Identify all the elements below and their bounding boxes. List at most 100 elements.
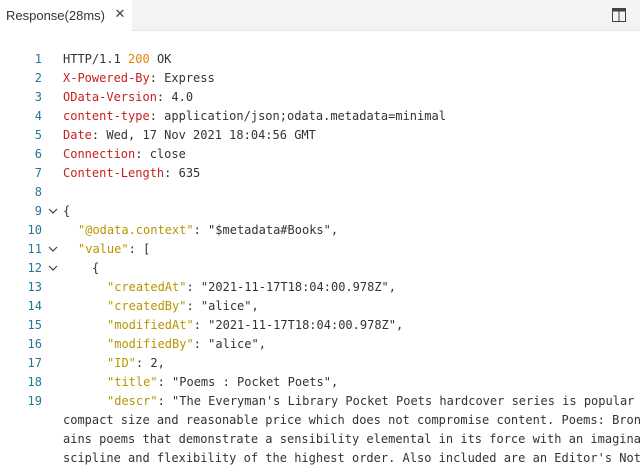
json-object-open: { [92,261,100,275]
response-editor[interactable]: 1 HTTP/1.1 200 OK 2 X-Powered-By: Expres… [0,50,640,465]
json-key: "title" [107,375,158,389]
json-property: "modifiedAt": "2021-11-17T18:04:00.978Z"… [107,316,403,335]
json-value: : 2, [135,356,165,370]
line-number: 1 [34,52,42,66]
header-value: : 4.0 [156,90,194,104]
json-value-continuation: compact size and reasonable price which … [63,413,640,427]
json-key: "value" [78,242,129,256]
json-open-brace: { [63,204,71,218]
code-line: 1 HTTP/1.1 200 OK [0,50,640,69]
json-key: "modifiedBy" [107,337,194,351]
code-line: 14 "createdBy": "alice", [0,297,640,316]
line-number: 10 [27,223,42,237]
chevron-down-icon[interactable] [46,240,60,259]
line-number: 17 [27,356,42,370]
code-line: 9 { [0,202,640,221]
json-property: "title": "Poems : Pocket Poets", [107,373,338,392]
header-value: : Express [149,71,215,85]
json-property: "value": [ [78,240,150,259]
code-line: 15 "modifiedAt": "2021-11-17T18:04:00.97… [0,316,640,335]
wrapped-line: compact size and reasonable price which … [0,411,640,430]
json-key: "@odata.context" [78,223,194,237]
json-value: : "The Everyman's Library Pocket Poets h… [157,394,640,408]
json-key: "createdBy" [107,299,187,313]
header-key: X-Powered-By [63,71,150,85]
code-line: 5 Date: Wed, 17 Nov 2021 18:04:56 GMT [0,126,640,145]
json-property: "modifiedBy": "alice", [107,335,266,354]
code-line: 8 [0,183,640,202]
json-property: "createdBy": "alice", [107,297,259,316]
line-number: 7 [34,166,42,180]
code-line: 12 { [0,259,640,278]
json-value-continuation: scipline and flexibility of the highest … [63,451,640,465]
line-number: 9 [34,204,42,218]
json-property: "ID": 2, [107,354,165,373]
header-value: : 635 [164,166,201,180]
code-line: 2 X-Powered-By: Express [0,69,640,88]
code-line: 17 "ID": 2, [0,354,640,373]
line-number: 14 [27,299,42,313]
json-property: "@odata.context": "$metadata#Books", [78,221,338,240]
code-line: 16 "modifiedBy": "alice", [0,335,640,354]
tab-label: Response(28ms) [6,8,105,23]
code-line: 10 "@odata.context": "$metadata#Books", [0,221,640,240]
header-value: : Wed, 17 Nov 2021 18:04:56 GMT [91,128,316,142]
line-number: 5 [34,128,42,142]
json-key: "ID" [107,356,136,370]
code-line: 18 "title": "Poems : Pocket Poets", [0,373,640,392]
line-number: 13 [27,280,42,294]
editor-tab-bar: Response(28ms) ✕ [0,0,640,31]
header-value: : application/json;odata.metadata=minima… [149,109,446,123]
header-key: content-type [63,109,150,123]
status-code: 200 [128,52,150,66]
header-key: Date [63,128,92,142]
json-value: : "$metadata#Books", [193,223,339,237]
header-key: Connection [63,147,136,161]
tab-response[interactable]: Response(28ms) ✕ [0,0,132,31]
wrapped-line: scipline and flexibility of the highest … [0,449,640,465]
code-line: 7 Content-Length: 635 [0,164,640,183]
header-line: Connection: close [63,145,186,164]
header-line: X-Powered-By: Express [63,69,215,88]
http-protocol: HTTP/1.1 [63,52,129,66]
line-number: 11 [27,242,42,256]
code-line: 4 content-type: application/json;odata.m… [0,107,640,126]
json-value: : "2021-11-17T18:04:00.978Z", [193,318,404,332]
chevron-down-icon[interactable] [46,259,60,278]
line-number: 3 [34,90,42,104]
json-value: : "2021-11-17T18:04:00.978Z", [186,280,396,294]
line-number: 18 [27,375,42,389]
close-icon[interactable]: ✕ [112,6,128,24]
json-value: : "alice", [186,299,259,313]
code-line: 19 "descr": "The Everyman's Library Pock… [0,392,640,411]
json-value: : "Poems : Pocket Poets", [157,375,339,389]
split-editor-icon[interactable] [612,8,626,22]
line-number: 8 [34,185,42,199]
line-number: 2 [34,71,42,85]
header-line: OData-Version: 4.0 [63,88,193,107]
code-line: 13 "createdAt": "2021-11-17T18:04:00.978… [0,278,640,297]
chevron-down-icon[interactable] [46,202,60,221]
status-line: HTTP/1.1 200 OK [63,50,171,69]
header-line: content-type: application/json;odata.met… [63,107,446,126]
json-property: "descr": "The Everyman's Library Pocket … [107,392,640,411]
json-key: "descr" [107,394,158,408]
code-line: 6 Connection: close [0,145,640,164]
line-number: 19 [27,394,42,408]
json-array-open: : [ [128,242,151,256]
header-line: Date: Wed, 17 Nov 2021 18:04:56 GMT [63,126,316,145]
json-key: "createdAt" [107,280,187,294]
json-value: : "alice", [193,337,266,351]
line-number: 16 [27,337,42,351]
code-line: 11 "value": [ [0,240,640,259]
header-key: OData-Version [63,90,157,104]
header-value: : close [135,147,186,161]
status-text: OK [149,52,172,66]
json-property: "createdAt": "2021-11-17T18:04:00.978Z", [107,278,396,297]
header-line: Content-Length: 635 [63,164,200,183]
line-number: 6 [34,147,42,161]
wrapped-line: ains poems that demonstrate a sensibilit… [0,430,640,449]
json-value-continuation: ains poems that demonstrate a sensibilit… [63,432,640,446]
header-key: Content-Length [63,166,165,180]
line-number: 15 [27,318,42,332]
